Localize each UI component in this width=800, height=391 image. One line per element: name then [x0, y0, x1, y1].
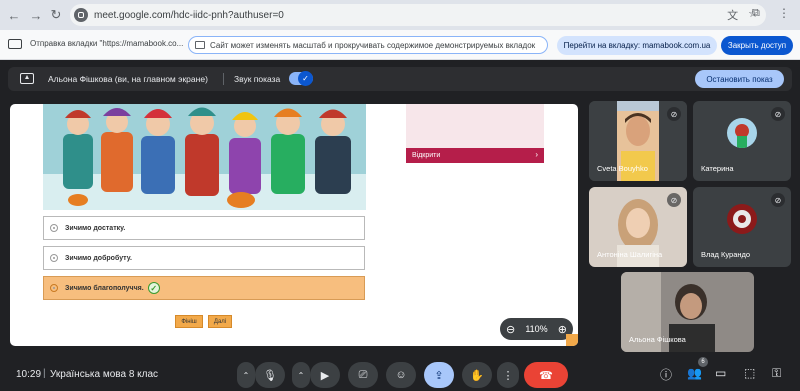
- info-icon[interactable]: ⓘ: [660, 366, 672, 383]
- illustration-image: [43, 104, 366, 210]
- goto-tab-button[interactable]: Перейти на вкладку: mamabook.com.ua: [557, 36, 717, 55]
- zoom-level: 110%: [525, 324, 548, 334]
- presenting-bar: Альона Фішкова (ви, на главном экране) З…: [8, 67, 792, 91]
- chat-icon[interactable]: ▭: [715, 366, 726, 380]
- people-count-badge: 6: [698, 357, 708, 367]
- participant-tile[interactable]: ⊘ Катерина: [693, 101, 791, 181]
- translate-icon[interactable]: 文: [727, 7, 738, 23]
- browser-toolbar: ← → ↻ meet.google.com/hdc-iidc-pnh?authu…: [0, 0, 800, 30]
- tab-share-bar: Отправка вкладки "https://mamabook.co...…: [0, 30, 800, 60]
- presenter-name: Альона Фішкова (ви, на главном экране): [48, 74, 208, 84]
- radio-icon: [50, 284, 58, 292]
- more-options-icon[interactable]: ⋮: [497, 362, 519, 388]
- self-view-tile[interactable]: Альона Фішкова: [621, 272, 754, 352]
- mic-off-icon: ⊘: [667, 193, 681, 207]
- back-arrow-icon[interactable]: ←: [4, 5, 24, 25]
- close-access-button[interactable]: Закрыть доступ: [721, 36, 793, 55]
- address-bar[interactable]: meet.google.com/hdc-iidc-pnh?authuser=0 …: [70, 4, 766, 26]
- stop-presenting-button[interactable]: Остановить показ: [695, 70, 784, 88]
- children-painting: [43, 104, 366, 210]
- tab-share-icon: [8, 39, 22, 49]
- activities-icon[interactable]: ⬚: [744, 366, 755, 380]
- separator: |: [43, 368, 46, 379]
- emoji-icon[interactable]: ☺: [386, 362, 416, 388]
- chevron-right-icon: ›: [535, 150, 538, 159]
- participant-tile[interactable]: ⊘ Влад Курандо: [693, 187, 791, 267]
- mic-off-icon: ⊘: [771, 193, 785, 207]
- check-icon: ✓: [298, 71, 313, 86]
- extensions-icon[interactable]: ⧉: [752, 7, 760, 20]
- audio-options-chevron-icon[interactable]: ⌃: [237, 362, 255, 388]
- open-button[interactable]: Відкрити ›: [406, 148, 544, 163]
- answer-option-2[interactable]: Зичимо добробуту.: [43, 246, 365, 270]
- clock: 10:29: [16, 369, 42, 380]
- url-text: meet.google.com/hdc-iidc-pnh?authuser=0: [94, 9, 284, 21]
- next-button[interactable]: Далі: [208, 315, 232, 328]
- share-notice: Сайт может изменять масштаб и прокручива…: [188, 36, 548, 54]
- answer-option-1[interactable]: Зичимо достатку.: [43, 216, 365, 240]
- avatar: [727, 204, 757, 234]
- captions-icon[interactable]: ⎚: [348, 362, 378, 388]
- radio-icon: [50, 254, 58, 262]
- zoom-out-icon[interactable]: ⊖: [506, 323, 515, 336]
- mic-off-icon: ⊘: [771, 107, 785, 121]
- participant-tile[interactable]: ⊘ Cveta Bouyhko: [589, 101, 687, 181]
- host-controls-icon[interactable]: ⚿: [772, 366, 781, 381]
- mic-off-icon: ⊘: [667, 107, 681, 121]
- mic-icon[interactable]: 🎙: [255, 362, 285, 388]
- divider: [223, 73, 224, 85]
- finish-button[interactable]: Фініш: [175, 315, 203, 328]
- correct-check-icon: ✓: [147, 282, 160, 294]
- avatar: [727, 118, 757, 148]
- video-options-chevron-icon[interactable]: ⌃: [292, 362, 310, 388]
- radio-icon: [50, 224, 58, 232]
- share-label: Отправка вкладки "https://mamabook.co...: [30, 39, 184, 48]
- participant-tile[interactable]: ⊘ Антоніна Шалигіна: [589, 187, 687, 267]
- people-icon[interactable]: 👥: [687, 366, 702, 380]
- raise-hand-icon[interactable]: ✋: [462, 362, 492, 388]
- more-vert-icon[interactable]: ⋮: [778, 6, 790, 20]
- zoom-control: ⊖ 110% ⊕: [500, 318, 573, 340]
- screen-icon: [195, 41, 205, 49]
- card-image: [406, 104, 544, 148]
- shared-screen: Відкрити › Зичимо достатку. Зичимо добро…: [10, 104, 578, 346]
- present-screen-icon[interactable]: ⇪: [424, 362, 454, 388]
- sound-toggle[interactable]: ✓: [289, 71, 313, 86]
- answer-option-3[interactable]: Зичимо благополуччя. ✓: [43, 276, 365, 300]
- forward-arrow-icon[interactable]: →: [26, 5, 46, 25]
- reload-icon[interactable]: ↻: [46, 5, 66, 25]
- present-screen-icon: [20, 73, 34, 84]
- page-corner: [566, 334, 578, 346]
- hang-up-icon[interactable]: ☎: [524, 362, 568, 388]
- sound-label: Звук показа: [234, 74, 281, 84]
- meeting-title: Українська мова 8 клас: [50, 369, 159, 380]
- site-info-icon[interactable]: [74, 8, 88, 22]
- camera-icon[interactable]: ▶: [310, 362, 340, 388]
